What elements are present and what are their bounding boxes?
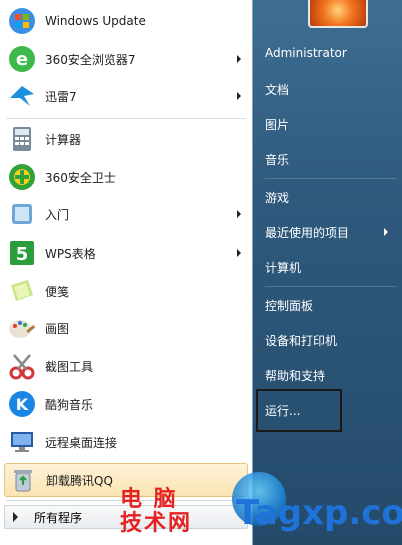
user-avatar (308, 0, 368, 28)
calculator-icon (6, 123, 38, 155)
program-label: 便笺 (45, 284, 70, 299)
recycle-bin-icon (7, 464, 39, 496)
svg-text:e: e (16, 49, 28, 70)
getting-started-icon (6, 198, 38, 230)
program-label: 360安全浏览器7 (45, 52, 136, 67)
program-label: 360安全卫士 (45, 170, 116, 185)
start-menu: Windows Update e 360安全浏览器7 迅雷7 计算器 360安全… (0, 0, 402, 545)
link-control-panel[interactable]: 控制面板 (265, 297, 313, 314)
link-documents[interactable]: 文档 (265, 81, 289, 98)
paint-icon (6, 312, 38, 344)
all-programs-label: 所有程序 (34, 510, 83, 525)
program-remote-desktop[interactable]: 远程桌面连接 (4, 425, 248, 459)
program-label: 卸载腾讯QQ (46, 473, 113, 488)
program-label: 远程桌面连接 (45, 435, 118, 450)
program-label: 入门 (45, 207, 70, 222)
windows-update-icon (6, 5, 38, 37)
program-wps-spreadsheet[interactable]: 5 WPS表格 (4, 236, 248, 270)
submenu-arrow-icon (237, 55, 241, 63)
svg-text:5: 5 (16, 244, 29, 265)
program-getting-started[interactable]: 入门 (4, 197, 248, 231)
run-highlight-box (256, 389, 342, 432)
program-calculator[interactable]: 计算器 (4, 122, 248, 156)
link-pictures[interactable]: 图片 (265, 116, 289, 133)
watermark-line1: 电 脑 (120, 487, 178, 512)
wps-spreadsheet-icon: 5 (6, 237, 38, 269)
divider (6, 118, 246, 119)
security-360-icon (6, 161, 38, 193)
program-360-browser[interactable]: e 360安全浏览器7 (4, 42, 248, 76)
program-label: 迅雷7 (45, 89, 77, 104)
program-label: 画图 (45, 321, 70, 336)
program-label: Windows Update (45, 14, 146, 28)
divider (265, 178, 397, 179)
link-help-support[interactable]: 帮助和支持 (265, 367, 325, 384)
link-music[interactable]: 音乐 (265, 151, 289, 168)
remote-desktop-icon (6, 426, 38, 458)
xunlei-icon (6, 80, 38, 112)
watermark-line2: 技术网 (120, 511, 193, 536)
program-kugou[interactable]: K 酷狗音乐 (4, 387, 248, 421)
svg-text:K: K (16, 395, 29, 414)
submenu-arrow-icon (237, 210, 241, 218)
program-xunlei[interactable]: 迅雷7 (4, 79, 248, 113)
snipping-tool-icon (6, 350, 38, 382)
link-games[interactable]: 游戏 (265, 189, 289, 206)
user-name-link[interactable]: Administrator (265, 46, 347, 60)
program-360-security[interactable]: 360安全卫士 (4, 160, 248, 194)
sticky-notes-icon (6, 275, 38, 307)
kugou-icon: K (6, 388, 38, 420)
link-devices-printers[interactable]: 设备和打印机 (265, 332, 337, 349)
program-label: 截图工具 (45, 359, 94, 374)
program-sticky-notes[interactable]: 便笺 (4, 274, 248, 308)
program-label: WPS表格 (45, 246, 96, 261)
watermark-domain: Tagxp.com (236, 493, 402, 533)
program-windows-update[interactable]: Windows Update (4, 4, 248, 38)
program-label: 酷狗音乐 (45, 397, 94, 412)
programs-pane: Windows Update e 360安全浏览器7 迅雷7 计算器 360安全… (0, 0, 253, 545)
program-snipping-tool[interactable]: 截图工具 (4, 349, 248, 383)
submenu-arrow-icon (237, 92, 241, 100)
triangle-right-icon (13, 512, 18, 522)
link-recent-items[interactable]: 最近使用的项目 (265, 224, 349, 241)
program-label: 计算器 (45, 132, 82, 147)
places-pane: Administrator 文档 图片 音乐 游戏 最近使用的项目 计算机 控制… (253, 0, 402, 545)
divider (265, 286, 397, 287)
submenu-arrow-icon (237, 249, 241, 257)
submenu-arrow-icon (384, 228, 388, 236)
browser-360-icon: e (6, 43, 38, 75)
program-paint[interactable]: 画图 (4, 311, 248, 345)
watermark-brand: 电 脑 技术网 (120, 488, 192, 536)
link-computer[interactable]: 计算机 (265, 259, 301, 276)
